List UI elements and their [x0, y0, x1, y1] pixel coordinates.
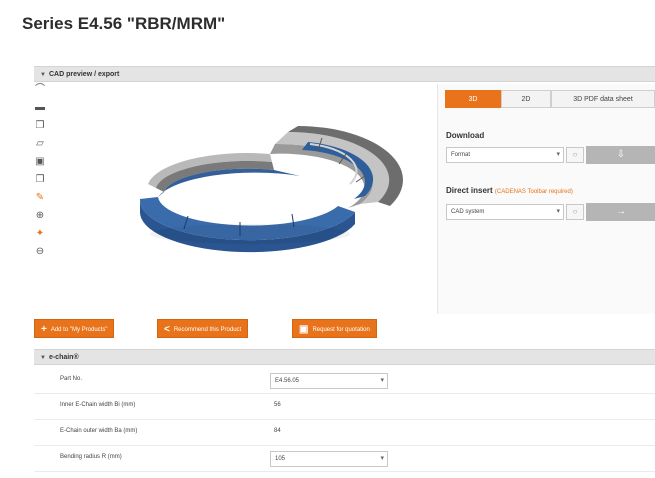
view-toolbar: ⌒ ▬ ❒ ▱ ▣ ❐ ✎ ⊕ ✦ ⊖ — [34, 84, 48, 264]
view-side-icon[interactable]: ❒ — [34, 120, 46, 132]
plus-icon: + — [41, 324, 47, 335]
bending-radius-label: Bending radius R (mm) — [60, 454, 122, 460]
export-panel: 3D 2D 3D PDF data sheet Download Format … — [437, 84, 655, 314]
tab-3d-pdf[interactable]: 3D PDF data sheet — [551, 90, 655, 108]
chevron-down-icon: ▾ — [380, 455, 384, 462]
direct-insert-label: Direct insert (CADENAS Toolbar required) — [446, 186, 573, 195]
echain-section-label: e-chain® — [48, 354, 79, 361]
page-title: Series E4.56 "RBR/MRM" — [22, 14, 226, 33]
inner-width-label: Inner E-Chain width Bi (mm) — [60, 402, 136, 408]
cad-system-select[interactable]: CAD system ▾ — [446, 204, 564, 220]
chevron-down-icon: ▾ — [556, 151, 560, 158]
part-no-value: E4.56.05 — [275, 378, 300, 384]
collapse-triangle-icon: ▼ — [40, 355, 46, 361]
download-icon: ⇩ — [616, 149, 626, 160]
echain-section-header[interactable]: ▼ e-chain® — [34, 349, 655, 365]
add-to-my-products-button[interactable]: + Add to "My Products" — [34, 319, 115, 338]
chevron-down-icon: ▾ — [380, 377, 384, 384]
e-chain-ring-model — [139, 126, 403, 253]
share-icon: < — [164, 324, 170, 335]
download-info-button[interactable]: ○ — [566, 147, 584, 163]
table-row: Part No. E4.56.05 ▾ — [34, 368, 655, 394]
view-front-icon[interactable]: ⌒ — [34, 84, 46, 96]
move-icon[interactable]: ✦ — [34, 228, 46, 240]
download-format-value: Format — [451, 152, 471, 158]
format-tabs: 3D 2D 3D PDF data sheet — [445, 90, 655, 108]
quote-icon: ▣ — [299, 324, 309, 335]
tab-2d[interactable]: 2D — [501, 90, 551, 108]
download-format-select[interactable]: Format ▾ — [446, 147, 564, 163]
chevron-down-icon: ▾ — [556, 208, 560, 215]
tab-3d[interactable]: 3D — [445, 90, 501, 108]
bending-radius-select[interactable]: 105 ▾ — [270, 451, 388, 467]
part-no-label: Part No. — [60, 376, 83, 382]
measure-icon[interactable]: ⊖ — [34, 246, 46, 258]
direct-insert-button[interactable]: → — [586, 203, 655, 221]
cad-section-header[interactable]: ▼ CAD preview / export — [34, 66, 655, 82]
table-row: Inner E-Chain width Bi (mm) 56 — [34, 394, 655, 420]
table-row: E-Chain outer width Ba (mm) 84 — [34, 420, 655, 446]
view-bottom-icon[interactable]: ▣ — [34, 156, 46, 168]
part-no-select[interactable]: E4.56.05 ▾ — [270, 373, 388, 389]
inner-width-value: 56 — [274, 402, 281, 408]
table-row: Bending radius R (mm) 105 ▾ — [34, 446, 655, 472]
cad-section-label: CAD preview / export — [48, 71, 120, 78]
direct-insert-note: (CADENAS Toolbar required) — [494, 189, 573, 195]
recommend-product-button[interactable]: < Recommend this Product — [157, 319, 249, 338]
cad-3d-preview[interactable] — [60, 84, 435, 314]
view-iso-icon[interactable]: ▱ — [34, 138, 46, 150]
insert-arrow-icon: → — [616, 206, 626, 217]
cad-system-value: CAD system — [451, 209, 485, 215]
download-button[interactable]: ⇩ — [586, 146, 655, 164]
view-top-icon[interactable]: ▬ — [34, 102, 46, 114]
request-quotation-button[interactable]: ▣ Request for quotation — [292, 319, 377, 338]
outer-width-value: 84 — [274, 428, 281, 434]
download-label: Download — [446, 131, 485, 140]
bending-radius-value: 105 — [275, 456, 286, 462]
direct-insert-info-button[interactable]: ○ — [566, 204, 584, 220]
rotate-icon[interactable]: ⊕ — [34, 210, 46, 222]
pan-icon[interactable]: ✎ — [34, 192, 46, 204]
outer-width-label: E-Chain outer width Ba (mm) — [60, 428, 138, 434]
collapse-triangle-icon: ▼ — [40, 72, 46, 78]
view-rear-icon[interactable]: ❐ — [34, 174, 46, 186]
